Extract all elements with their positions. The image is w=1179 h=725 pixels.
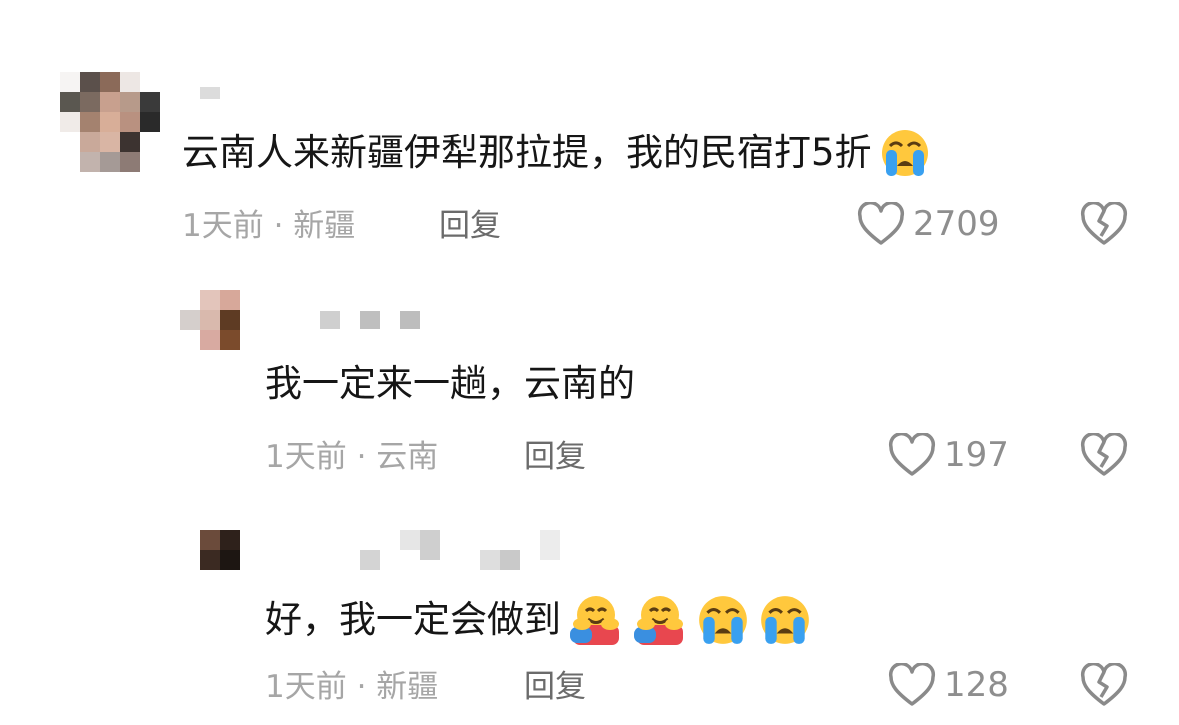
loudly-crying-face-emoji [757, 594, 813, 646]
location: 云南 [376, 439, 439, 475]
timestamp: 1天前 [265, 669, 347, 705]
timestamp: 1天前 [265, 439, 347, 475]
comment-text-content: 我一定来一趟，云南的 [265, 362, 635, 405]
dislike-button[interactable] [1080, 433, 1128, 477]
username-redacted[interactable] [200, 87, 220, 99]
avatar[interactable] [180, 290, 240, 350]
reply-button[interactable]: 回复 [524, 667, 586, 707]
meta-separator: · [346, 669, 377, 705]
comment-text: 好，我一定会做到 [265, 593, 813, 647]
timestamp: 1天前 [182, 208, 264, 244]
like-button[interactable]: 128 [888, 663, 1009, 707]
dislike-button[interactable] [1080, 663, 1128, 707]
comment-text-content: 好，我一定会做到 [265, 598, 561, 641]
username-redacted[interactable] [320, 311, 420, 329]
broken-heart-icon [1080, 663, 1128, 707]
heart-outline-icon [888, 663, 936, 707]
meta-separator: · [263, 208, 294, 244]
like-button[interactable]: 2709 [857, 202, 1000, 246]
reply-button[interactable]: 回复 [524, 437, 586, 477]
dislike-button[interactable] [1080, 202, 1128, 246]
reply-button[interactable]: 回复 [439, 206, 501, 246]
comment-meta: 1天前 · 新疆 [265, 667, 438, 707]
broken-heart-icon [1080, 433, 1128, 477]
comment-meta: 1天前 · 新疆 [182, 206, 355, 246]
like-count: 128 [944, 665, 1009, 705]
heart-outline-icon [888, 433, 936, 477]
comment-text-content: 云南人来新疆伊犁那拉提，我的民宿打5折 [182, 131, 872, 174]
hugging-face-emoji [631, 593, 689, 647]
avatar[interactable] [60, 72, 160, 172]
avatar[interactable] [200, 530, 240, 570]
like-button[interactable]: 197 [888, 433, 1009, 477]
like-count: 197 [944, 435, 1009, 475]
broken-heart-icon [1080, 202, 1128, 246]
comment-meta: 1天前 · 云南 [265, 437, 438, 477]
loudly-crying-face-emoji [695, 594, 751, 646]
heart-outline-icon [857, 202, 905, 246]
loudly-crying-face-emoji [878, 128, 932, 178]
hugging-face-emoji [567, 593, 625, 647]
username-redacted[interactable] [360, 530, 560, 570]
location: 新疆 [293, 208, 356, 244]
comment-text: 我一定来一趟，云南的 [265, 362, 635, 406]
like-count: 2709 [913, 204, 1000, 244]
location: 新疆 [376, 669, 439, 705]
meta-separator: · [346, 439, 377, 475]
comment-text: 云南人来新疆伊犁那拉提，我的民宿打5折 [182, 128, 932, 178]
